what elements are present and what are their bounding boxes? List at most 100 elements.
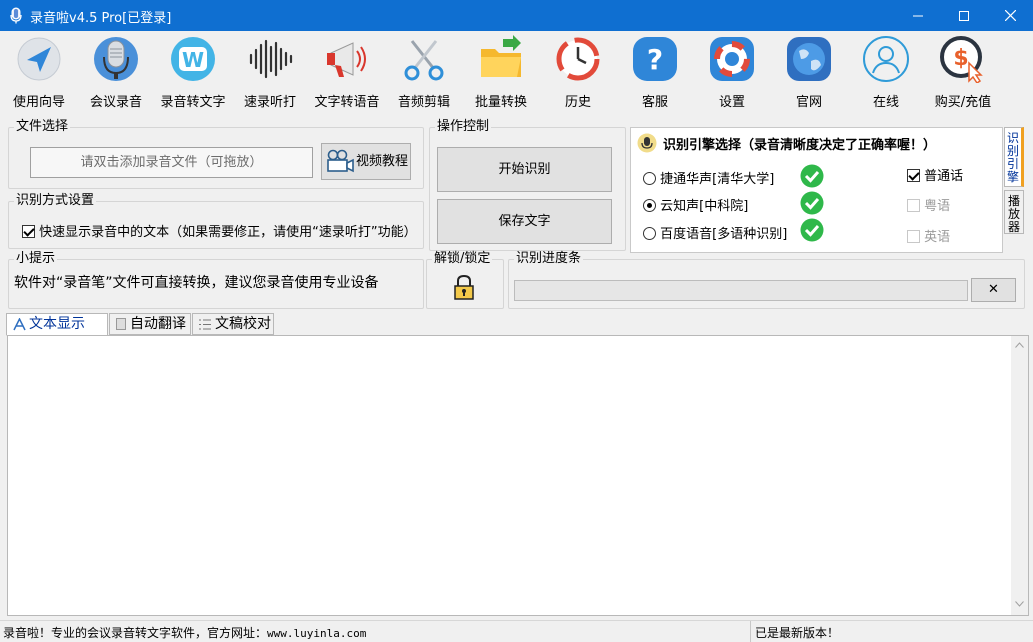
toolbar-purchase-label: 购买/充值 <box>934 95 992 110</box>
cancel-progress-button[interactable]: ✕ <box>971 278 1016 302</box>
status-divider <box>750 621 751 642</box>
history-clock-icon <box>556 37 600 81</box>
audio-file-drop-field[interactable]: 请双击添加录音文件（可拖放） <box>30 147 313 178</box>
toolbar-audio-to-text-button[interactable]: W 录音转文字 <box>154 35 232 110</box>
toolbar-settings-label: 设置 <box>718 95 745 110</box>
check-circle-icon <box>800 164 824 188</box>
list-icon <box>199 319 211 330</box>
video-tutorial-label: 视频教程 <box>356 154 409 169</box>
toolbar-dictation-label: 速录听打 <box>243 95 296 110</box>
engine-option-baidu[interactable]: 百度语音[多语种识别] <box>643 223 787 242</box>
tab-proofread[interactable]: 文稿校对 <box>192 313 274 335</box>
quick-display-label: 快速显示录音中的文本（如果需要修正，请使用“速录听打”功能） <box>39 225 417 240</box>
engine-select-panel: 识别引擎选择（录音清晰度决定了正确率喔！） 捷通华声[清华大学] 云知声[中科院… <box>630 127 1003 253</box>
language-mandarin-label: 普通话 <box>924 169 964 184</box>
video-camera-icon <box>327 149 354 173</box>
check-circle-icon <box>800 191 824 215</box>
website-link[interactable]: www.luyinla.com <box>267 627 366 640</box>
tips-text: 软件对“录音笔”文件可直接转换，建议您录音使用专业设备 <box>14 275 379 291</box>
scroll-up-icon[interactable] <box>1015 342 1024 348</box>
microphone-icon <box>94 37 138 81</box>
engine-radio-jietong[interactable] <box>643 172 656 185</box>
progress-title: 识别进度条 <box>514 251 584 266</box>
language-cantonese-checkbox[interactable] <box>907 199 920 212</box>
close-button[interactable] <box>987 0 1033 31</box>
language-english-label: 英语 <box>924 230 951 245</box>
toolbar-purchase-button[interactable]: $ 购买/充值 <box>924 35 1002 110</box>
toolbar-support-button[interactable]: ? 客服 <box>616 35 694 110</box>
tab-auto-translate[interactable]: 自动翻译 <box>109 313 191 335</box>
language-english-checkbox[interactable] <box>907 230 920 243</box>
close-icon <box>1004 9 1016 22</box>
language-mandarin-option[interactable]: 普通话 <box>907 165 963 184</box>
engine-radio-yunzhisheng[interactable] <box>643 199 656 212</box>
navigation-arrow-icon <box>17 37 61 81</box>
toolbar-text-to-speech-button[interactable]: 文字转语音 <box>308 35 386 110</box>
toolbar-history-button[interactable]: 历史 <box>539 35 617 110</box>
maximize-icon <box>959 11 969 21</box>
version-status: 已是最新版本！ <box>755 626 840 640</box>
status-message: 录音啦！专业的会议录音转文字软件，官方网址：www.luyinla.com <box>3 624 366 641</box>
language-cantonese-label: 粤语 <box>924 199 951 214</box>
language-cantonese-option[interactable]: 粤语 <box>907 195 950 214</box>
toolbar-history-label: 历史 <box>564 95 591 110</box>
engine-option-jietong[interactable]: 捷通华声[清华大学] <box>643 168 774 187</box>
scissors-icon <box>404 40 444 81</box>
quick-display-checkbox[interactable] <box>22 225 35 238</box>
maximize-button[interactable] <box>941 0 987 31</box>
engine-radio-baidu[interactable] <box>643 227 656 240</box>
save-text-button[interactable]: 保存文字 <box>437 199 612 244</box>
lock-title: 解锁/锁定 <box>432 251 493 266</box>
toolbar-meeting-record-button[interactable]: 会议录音 <box>77 35 155 110</box>
recognized-text-area[interactable] <box>7 335 1029 616</box>
toolbar-settings-button[interactable]: 设置 <box>693 35 771 110</box>
file-select-title: 文件选择 <box>14 119 71 134</box>
recognition-mode-title: 识别方式设置 <box>14 193 97 208</box>
svg-text:?: ? <box>647 43 663 76</box>
tab-auto-translate-label: 自动翻译 <box>130 316 186 332</box>
operation-control-title: 操作控制 <box>435 119 492 134</box>
toolbar-audio-edit-button[interactable]: 音频剪辑 <box>385 35 463 110</box>
engine-label-yunzhisheng: 云知声[中科院] <box>660 199 749 214</box>
font-a-icon <box>13 318 26 331</box>
toolbar-batch-convert-button[interactable]: 批量转换 <box>462 35 540 110</box>
status-bar: 录音啦！专业的会议录音转文字软件，官方网址：www.luyinla.com 已是… <box>0 620 1033 642</box>
side-tab-engine[interactable]: 识别引擎 <box>1004 127 1024 187</box>
toolbar-batch-convert-label: 批量转换 <box>474 95 527 110</box>
toolbar-audio-to-text-label: 录音转文字 <box>160 95 226 110</box>
document-icon <box>116 318 126 330</box>
toolbar-audio-edit-label: 音频剪辑 <box>397 95 450 110</box>
minimize-button[interactable] <box>895 0 941 31</box>
side-tab-player[interactable]: 播放器 <box>1004 190 1024 234</box>
engine-mic-icon <box>637 133 657 153</box>
title-bar[interactable]: 录音啦v4.5 Pro[已登录] <box>0 0 1033 31</box>
help-icon: ? <box>633 37 677 81</box>
language-english-option[interactable]: 英语 <box>907 226 950 245</box>
video-tutorial-button[interactable]: 视频教程 <box>321 143 411 180</box>
engine-label-jietong: 捷通华声[清华大学] <box>660 172 775 187</box>
globe-icon <box>787 37 831 81</box>
toolbar-online-button[interactable]: 在线 <box>847 35 925 110</box>
toolbar-website-button[interactable]: 官网 <box>770 35 848 110</box>
tab-text-display[interactable]: 文本显示 <box>6 313 108 336</box>
engine-option-yunzhisheng[interactable]: 云知声[中科院] <box>643 195 748 214</box>
toolbar-meeting-record-label: 会议录音 <box>89 95 142 110</box>
toolbar-dictation-button[interactable]: 速录听打 <box>231 35 309 110</box>
engine-label-baidu: 百度语音[多语种识别] <box>660 227 788 242</box>
toolbar-guide-label: 使用向导 <box>12 95 65 110</box>
language-mandarin-checkbox[interactable] <box>907 169 920 182</box>
close-icon: ✕ <box>988 282 999 297</box>
scroll-down-icon[interactable] <box>1015 601 1024 607</box>
vertical-scrollbar[interactable] <box>1011 336 1028 615</box>
quick-display-option[interactable]: 快速显示录音中的文本（如果需要修正，请使用“速录听打”功能） <box>22 221 417 240</box>
dollar-coin-icon: $ <box>940 36 983 85</box>
padlock-icon[interactable] <box>453 274 475 300</box>
user-icon <box>863 36 909 82</box>
tab-proofread-label: 文稿校对 <box>215 316 271 332</box>
svg-text:$: $ <box>953 46 968 71</box>
toolbar-guide-button[interactable]: 使用向导 <box>0 35 78 110</box>
main-toolbar: 使用向导 会议录音 W 录音转文字 速录听打 文字转语音 音频剪辑 批量转换 历… <box>0 31 1033 110</box>
minimize-icon <box>913 15 923 17</box>
megaphone-icon <box>327 42 366 77</box>
start-recognition-button[interactable]: 开始识别 <box>437 147 612 192</box>
